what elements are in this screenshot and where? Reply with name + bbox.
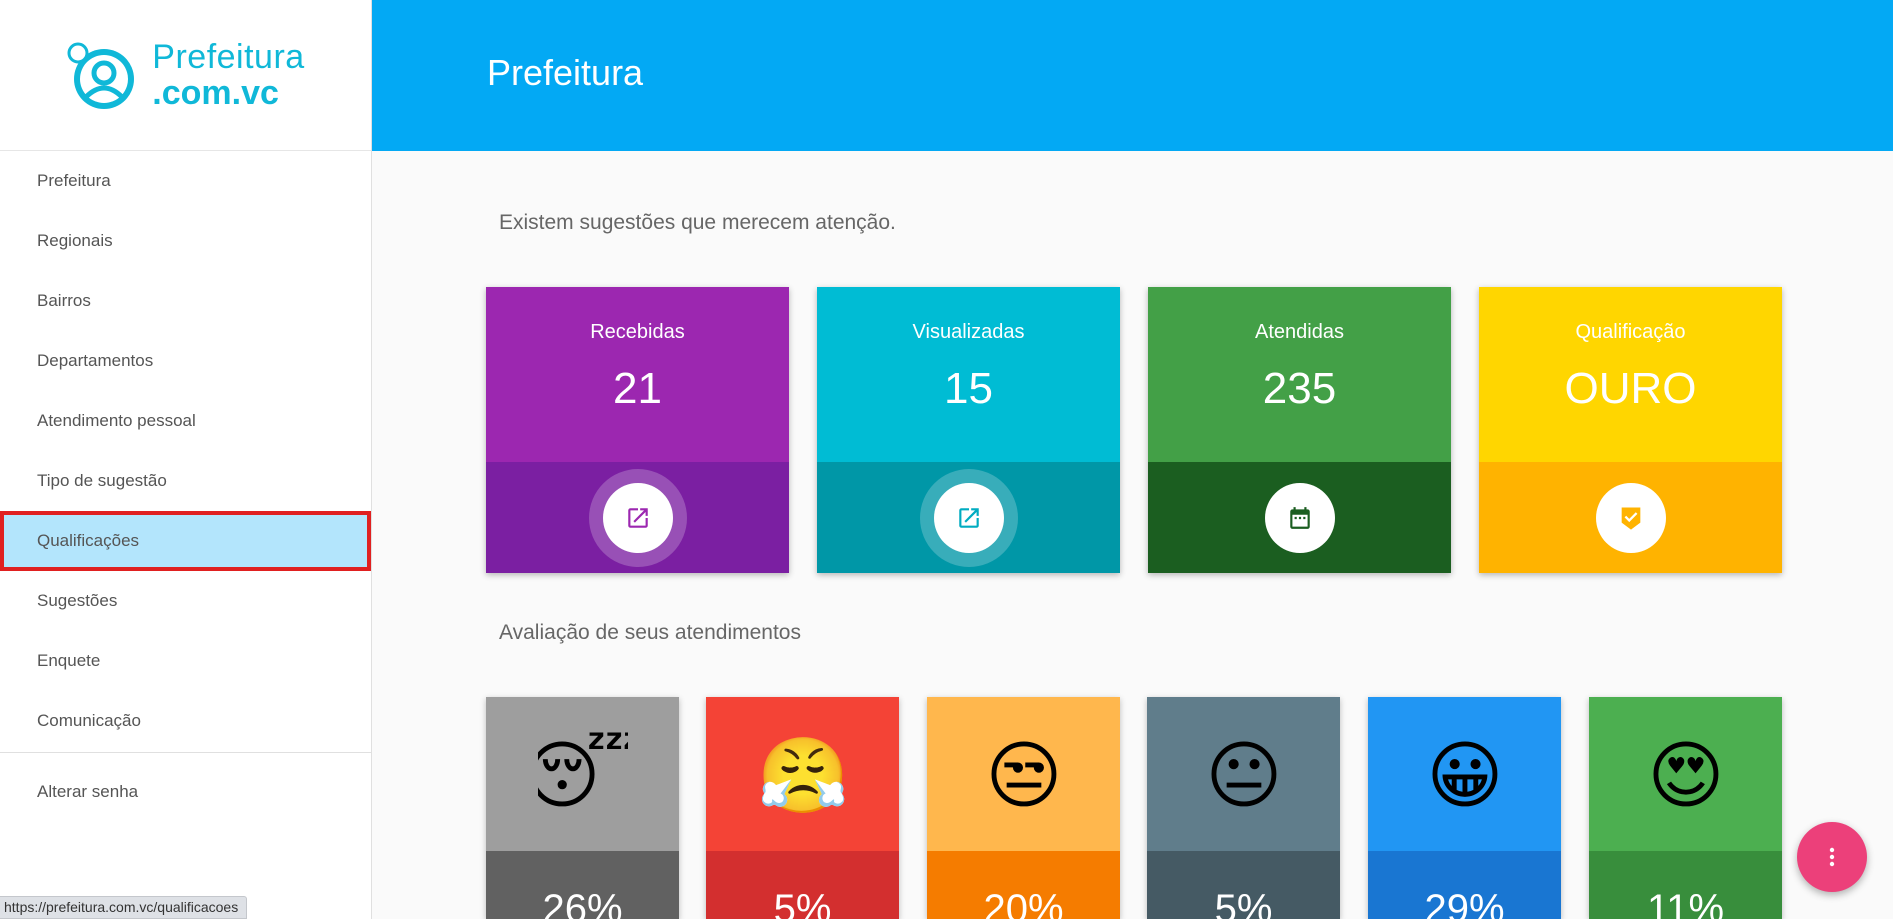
rating-card-sleepy[interactable]: 😴 26% xyxy=(486,697,679,919)
sidebar-nav: Prefeitura Regionais Bairros Departament… xyxy=(0,151,371,751)
card-action-button[interactable] xyxy=(933,482,1004,553)
sidebar-item-tipo-de-sugestao[interactable]: Tipo de sugestão xyxy=(0,451,371,511)
sidebar-item-label: Comunicação xyxy=(37,711,141,730)
card-label: Atendidas xyxy=(1255,321,1344,343)
sidebar-item-enquete[interactable]: Enquete xyxy=(0,631,371,691)
page-title: Prefeitura xyxy=(487,52,644,93)
card-atendidas[interactable]: Atendidas 235 xyxy=(1148,287,1451,573)
rating-card-neutral[interactable]: 😐 5% xyxy=(1147,697,1340,919)
badge-check-icon xyxy=(1621,507,1640,530)
sidebar-item-label: Tipo de sugestão xyxy=(37,471,167,490)
rating-card-grinning[interactable]: 😀 29% xyxy=(1368,697,1561,919)
logo-icon xyxy=(66,39,138,111)
sidebar-item-alterar-senha[interactable]: Alterar senha xyxy=(0,762,371,822)
rating-percent: 29% xyxy=(1368,851,1561,919)
sidebar: Prefeitura .com.vc Prefeitura Regionais … xyxy=(0,0,372,919)
sidebar-item-label: Atendimento pessoal xyxy=(37,411,196,430)
calendar-icon xyxy=(1289,506,1310,529)
sleepy-face-icon: 😴 xyxy=(538,732,628,817)
sidebar-item-comunicacao[interactable]: Comunicação xyxy=(0,691,371,751)
sidebar-item-label: Enquete xyxy=(37,651,101,670)
logo-text-line1: Prefeitura xyxy=(152,38,305,76)
stat-cards: Recebidas 21 Visualizadas 15 Atendidas 235 … xyxy=(486,287,1782,573)
more-vertical-icon xyxy=(1829,847,1835,867)
svg-text:😤: 😤 xyxy=(758,734,848,817)
card-value: OURO xyxy=(1564,364,1697,413)
logo[interactable]: Prefeitura .com.vc xyxy=(0,0,371,151)
card-qualificacao[interactable]: Qualificação OURO xyxy=(1479,287,1782,573)
card-action-button[interactable] xyxy=(1264,482,1335,553)
sidebar-item-qualificacoes[interactable]: Qualificações xyxy=(0,511,371,571)
sidebar-item-label: Alterar senha xyxy=(37,782,139,801)
rating-percent: 5% xyxy=(1147,851,1340,919)
sidebar-item-departamentos[interactable]: Departamentos xyxy=(0,331,371,391)
sidebar-item-regionais[interactable]: Regionais xyxy=(0,211,371,271)
sidebar-item-sugestoes[interactable]: Sugestões xyxy=(0,571,371,631)
card-label: Recebidas xyxy=(590,321,685,343)
card-visualizadas[interactable]: Visualizadas 15 xyxy=(817,287,1120,573)
heart-eyes-face-icon: 😍 xyxy=(1647,734,1724,817)
rating-card-unamused[interactable]: 😒 20% xyxy=(927,697,1120,919)
sidebar-item-atendimento-pessoal[interactable]: Atendimento pessoal xyxy=(0,391,371,451)
rating-percent: 26% xyxy=(486,851,679,919)
external-link-icon xyxy=(627,507,648,528)
sidebar-item-label: Sugestões xyxy=(37,591,118,610)
browser-status-url: https://prefeitura.com.vc/qualificacoes xyxy=(0,896,248,919)
app-header: Prefeitura xyxy=(372,0,1893,151)
rating-percent: 5% xyxy=(706,851,899,919)
ratings-title: Avaliação de seus atendimentos xyxy=(499,621,801,644)
sidebar-nav-bottom: Alterar senha xyxy=(0,762,371,822)
svg-text:😒: 😒 xyxy=(985,734,1062,817)
svg-text:😍: 😍 xyxy=(1647,734,1724,817)
sidebar-item-label: Regionais xyxy=(37,231,113,250)
card-action-button[interactable] xyxy=(602,482,673,553)
card-recebidas[interactable]: Recebidas 21 xyxy=(486,287,789,573)
external-link-icon xyxy=(958,507,979,528)
neutral-face-icon: 😐 xyxy=(1205,734,1282,817)
sidebar-item-prefeitura[interactable]: Prefeitura xyxy=(0,151,371,211)
sidebar-item-bairros[interactable]: Bairros xyxy=(0,271,371,331)
card-value: 235 xyxy=(1262,364,1337,413)
grinning-face-icon: 😀 xyxy=(1426,734,1503,817)
sidebar-item-label: Qualificações xyxy=(37,531,140,550)
svg-text:😴: 😴 xyxy=(538,732,628,817)
card-value: 21 xyxy=(613,364,662,413)
card-label: Visualizadas xyxy=(912,321,1025,343)
angry-face-icon: 😤 xyxy=(758,734,848,817)
logo-text-line2: .com.vc xyxy=(152,74,279,112)
sidebar-item-label: Bairros xyxy=(37,291,91,310)
svg-text:😐: 😐 xyxy=(1205,734,1282,817)
sidebar-divider xyxy=(0,752,371,753)
card-action-button[interactable] xyxy=(1595,482,1666,553)
card-value: 15 xyxy=(944,364,993,413)
rating-card-heart-eyes[interactable]: 😍 11% xyxy=(1589,697,1782,919)
svg-text:😀: 😀 xyxy=(1426,734,1503,817)
rating-card-angry[interactable]: 😤 5% xyxy=(706,697,899,919)
card-label: Qualificação xyxy=(1575,321,1686,343)
attention-text: Existem sugestões que merecem atenção. xyxy=(499,211,896,234)
unamused-face-icon: 😒 xyxy=(985,734,1062,817)
rating-percent: 11% xyxy=(1589,851,1782,919)
rating-percent: 20% xyxy=(927,851,1120,919)
more-options-button[interactable] xyxy=(1797,822,1867,892)
sidebar-item-label: Departamentos xyxy=(37,351,154,370)
sidebar-item-label: Prefeitura xyxy=(37,171,111,190)
